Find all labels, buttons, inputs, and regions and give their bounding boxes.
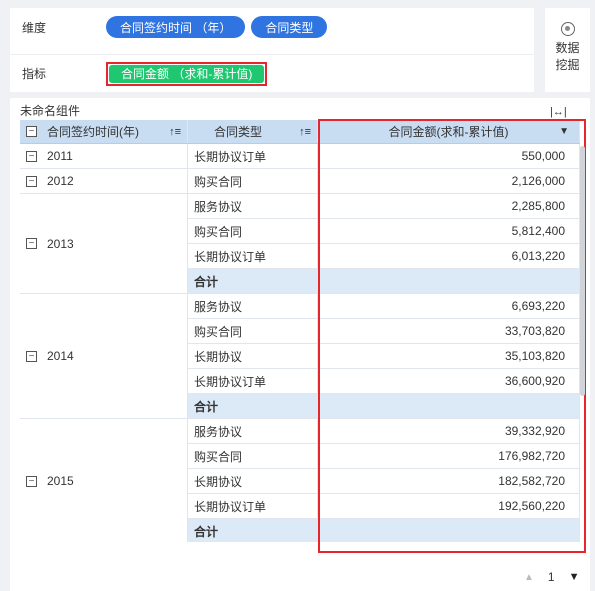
- mining-icon: [560, 22, 575, 36]
- component-title: 未命名组件: [20, 104, 81, 118]
- page-number: 1: [547, 570, 555, 584]
- type-cell: 长期协议订单: [188, 369, 318, 394]
- type-cell: 长期协议: [188, 469, 318, 494]
- collapse-all-icon[interactable]: −: [26, 126, 37, 137]
- type-cell: 购买合同: [188, 219, 318, 244]
- amount-cell: 2,126,000: [318, 169, 580, 194]
- sort-icon[interactable]: ↑≡: [299, 126, 311, 138]
- header-amount[interactable]: 合同金额(求和-累计值) ▼: [318, 120, 580, 143]
- type-cell: 长期协议订单: [188, 494, 318, 519]
- amount-cell: 36,600,920: [318, 369, 580, 394]
- type-cell: 购买合同: [188, 444, 318, 469]
- type-cell: 长期协议订单: [188, 144, 318, 169]
- vertical-scrollbar[interactable]: [580, 146, 585, 396]
- pagination: ▲ 1 ▼: [524, 570, 579, 584]
- amount-cell: 33,703,820: [318, 319, 580, 344]
- metric-highlight-box: 合同金额 （求和-累计值): [106, 61, 268, 86]
- type-cell: 服务协议: [188, 419, 318, 444]
- year-label: 2015: [47, 474, 74, 488]
- collapse-icon[interactable]: −: [26, 175, 37, 187]
- field-config-panel: 维度 合同签约时间 （年） 合同类型 指标 合同金额 （求和-累计值): [10, 8, 534, 92]
- fit-width-icon[interactable]: |↔|: [550, 106, 567, 118]
- amount-cell: 35,103,820: [318, 344, 580, 369]
- amount-cell: 6,693,220: [318, 294, 580, 319]
- type-cell: 长期协议订单: [188, 244, 318, 269]
- subtotal-amount: [318, 269, 580, 294]
- header-year[interactable]: − 合同签约时间(年) ↑≡: [20, 120, 188, 143]
- subtotal-amount: [318, 519, 580, 542]
- collapse-icon[interactable]: −: [26, 238, 37, 249]
- subtotal-amount: [318, 394, 580, 419]
- year-label: 2013: [47, 236, 74, 251]
- amount-cell: 192,560,220: [318, 494, 580, 519]
- data-mining-label: 数据挖掘: [555, 41, 580, 72]
- dropdown-icon[interactable]: ▼: [559, 126, 569, 137]
- pivot-table: − 合同签约时间(年) ↑≡ 合同类型 ↑≡ 合同金额(求和-累计值) ▼ −2…: [20, 120, 580, 542]
- metric-row: 指标 合同金额 （求和-累计值): [10, 54, 534, 92]
- header-amount-label: 合同金额(求和-累计值): [388, 125, 509, 139]
- amount-cell: 39,332,920: [318, 419, 580, 444]
- type-cell: 购买合同: [188, 169, 318, 194]
- year-label: 2014: [47, 349, 74, 363]
- table-component: 未命名组件 |↔| − 合同签约时间(年) ↑≡ 合同类型 ↑≡ 合同金额(求和…: [10, 98, 590, 591]
- dimension-label: 维度: [22, 20, 47, 35]
- year-cell: −2015: [20, 419, 188, 542]
- year-cell: −2014: [20, 294, 188, 419]
- amount-cell: 550,000: [318, 144, 580, 169]
- year-cell: −2013: [20, 194, 188, 294]
- table-body: −2011 长期协议订单 550,000−2012 购买合同 2,126,000−201…: [20, 144, 580, 542]
- metric-pill-amount[interactable]: 合同金额 （求和-累计值): [109, 64, 265, 83]
- amount-cell: 5,812,400: [318, 219, 580, 244]
- next-page-icon[interactable]: ▼: [569, 571, 580, 583]
- year-label: 2012: [47, 174, 74, 188]
- year-cell: −2012: [20, 169, 188, 194]
- amount-cell: 182,582,720: [318, 469, 580, 494]
- subtotal-label: 合计: [188, 519, 318, 542]
- prev-page-icon[interactable]: ▲: [524, 572, 534, 583]
- dimension-pill-type[interactable]: 合同类型: [251, 16, 328, 38]
- type-cell: 服务协议: [188, 294, 318, 319]
- year-cell: −2011: [20, 144, 188, 169]
- year-label: 2011: [47, 149, 73, 163]
- amount-cell: 2,285,800: [318, 194, 580, 219]
- header-type-label: 合同类型: [214, 125, 263, 139]
- header-type[interactable]: 合同类型 ↑≡: [188, 120, 318, 143]
- metric-label: 指标: [22, 67, 47, 81]
- amount-cell: 6,013,220: [318, 244, 580, 269]
- collapse-icon[interactable]: −: [26, 150, 37, 162]
- type-cell: 服务协议: [188, 194, 318, 219]
- data-mining-button[interactable]: 数据挖掘: [545, 8, 590, 92]
- table-header: − 合同签约时间(年) ↑≡ 合同类型 ↑≡ 合同金额(求和-累计值) ▼: [20, 120, 580, 144]
- dimension-pill-year[interactable]: 合同签约时间 （年）: [106, 16, 246, 38]
- type-cell: 购买合同: [188, 319, 318, 344]
- sort-icon[interactable]: ↑≡: [169, 126, 181, 138]
- type-cell: 长期协议: [188, 344, 318, 369]
- amount-cell: 176,982,720: [318, 444, 580, 469]
- collapse-icon[interactable]: −: [26, 350, 37, 362]
- header-year-label: 合同签约时间(年): [47, 125, 139, 139]
- subtotal-label: 合计: [188, 394, 318, 419]
- collapse-icon[interactable]: −: [26, 475, 37, 487]
- dimension-row: 维度 合同签约时间 （年） 合同类型: [10, 8, 534, 46]
- subtotal-label: 合计: [188, 269, 318, 294]
